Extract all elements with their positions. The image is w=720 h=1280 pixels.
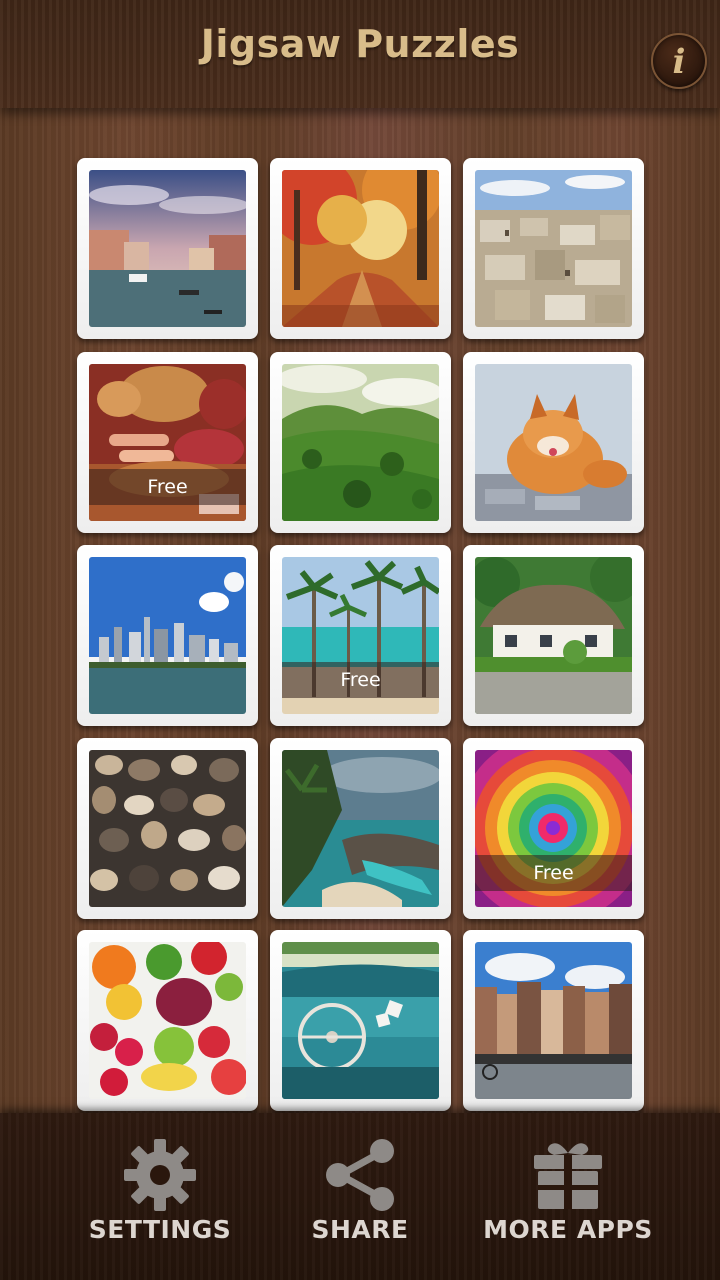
puzzle-tile-vintage-car-interior[interactable]	[270, 930, 451, 1111]
puzzle-tile-city-skyline[interactable]	[77, 545, 258, 726]
puzzle-tile-palm-beach[interactable]: Free	[270, 545, 451, 726]
puzzle-thumbnail	[475, 557, 632, 714]
free-badge: Free	[89, 469, 246, 505]
puzzle-tile-colorful-rings[interactable]: Free	[463, 738, 644, 919]
puzzle-thumbnail: Free	[282, 557, 439, 714]
gift-icon	[534, 1143, 602, 1209]
puzzle-thumbnail	[475, 942, 632, 1099]
bottom-navigation: SETTINGS SHARE MORE APPS	[0, 1113, 720, 1280]
puzzle-tile-autumn-forest[interactable]	[270, 158, 451, 339]
share-label: SHARE	[311, 1215, 409, 1244]
more-apps-button[interactable]: MORE APPS	[460, 1113, 676, 1280]
puzzle-tile-coastal-waterfall[interactable]	[270, 738, 451, 919]
settings-button[interactable]: SETTINGS	[60, 1113, 260, 1280]
info-icon: i	[672, 42, 686, 82]
puzzle-tile-venice-canal[interactable]	[77, 158, 258, 339]
settings-label: SETTINGS	[88, 1215, 232, 1244]
gear-icon	[124, 1139, 196, 1211]
app-header: Jigsaw Puzzles i	[0, 0, 720, 108]
puzzle-thumbnail	[282, 364, 439, 521]
share-button[interactable]: SHARE	[260, 1113, 460, 1280]
puzzle-thumbnail	[89, 942, 246, 1099]
puzzle-tile-red-fox[interactable]	[463, 352, 644, 533]
puzzle-tile-canal-houses[interactable]	[463, 930, 644, 1111]
puzzle-thumbnail	[89, 557, 246, 714]
more-apps-label: MORE APPS	[483, 1215, 653, 1244]
puzzle-thumbnail	[282, 942, 439, 1099]
puzzle-thumbnail	[89, 170, 246, 327]
free-badge: Free	[282, 662, 439, 698]
puzzle-thumbnail	[475, 364, 632, 521]
puzzle-tile-fruits-and-vegetables[interactable]	[77, 930, 258, 1111]
puzzle-tile-old-city-rooftops[interactable]	[463, 158, 644, 339]
app-title: Jigsaw Puzzles	[200, 22, 520, 66]
share-icon	[326, 1139, 394, 1211]
puzzle-thumbnail	[89, 750, 246, 907]
puzzle-thumbnail: Free	[89, 364, 246, 521]
puzzle-thumbnail	[282, 750, 439, 907]
puzzle-thumbnail: Free	[475, 750, 632, 907]
puzzle-tile-green-valley[interactable]	[270, 352, 451, 533]
puzzle-thumbnail	[282, 170, 439, 327]
puzzle-tile-sausages-and-meats[interactable]: Free	[77, 352, 258, 533]
puzzle-tile-river-pebbles[interactable]	[77, 738, 258, 919]
free-badge: Free	[475, 855, 632, 891]
puzzle-thumbnail	[475, 170, 632, 327]
info-button[interactable]: i	[651, 33, 707, 89]
puzzle-tile-thatched-cottage[interactable]	[463, 545, 644, 726]
